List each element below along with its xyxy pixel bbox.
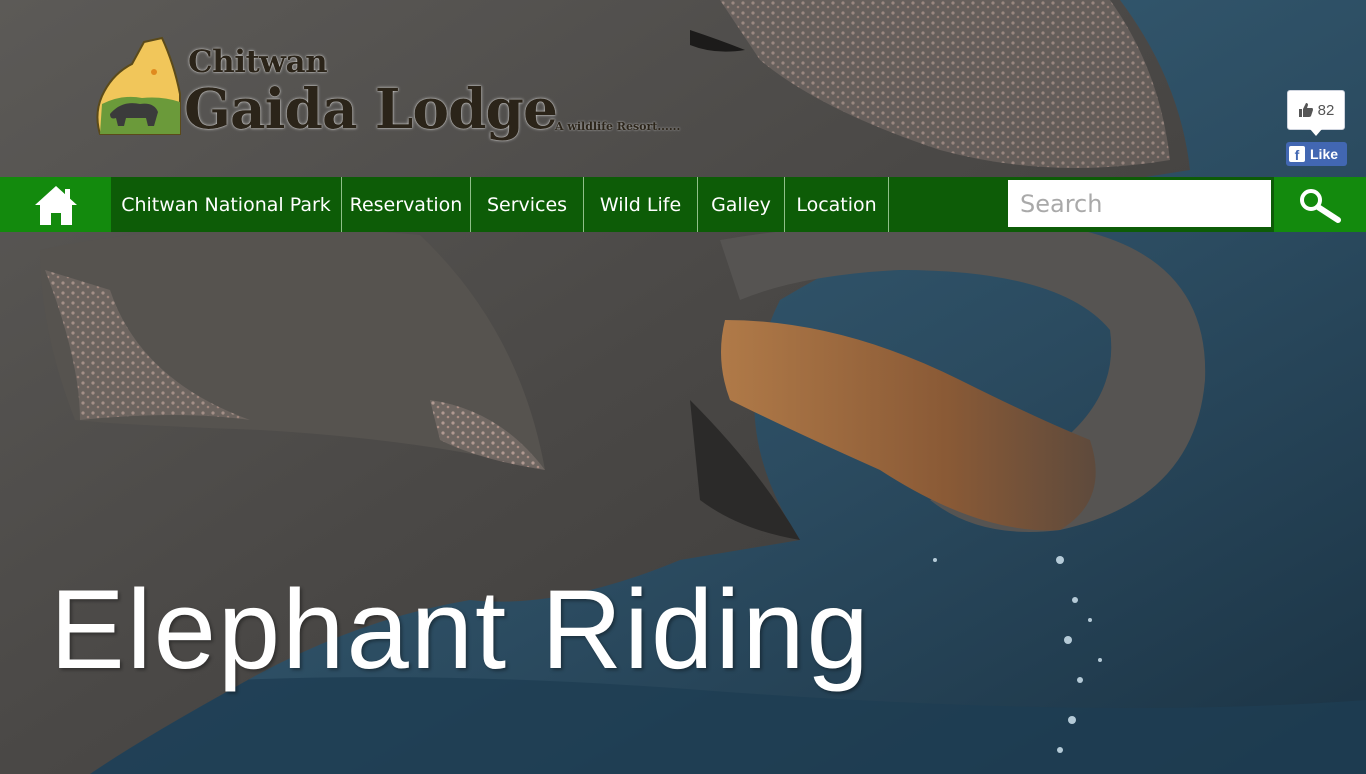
search-input[interactable] bbox=[1008, 180, 1271, 227]
facebook-icon: f bbox=[1289, 146, 1305, 162]
hero-title: Elephant Riding bbox=[50, 567, 871, 692]
home-button[interactable] bbox=[0, 177, 111, 232]
search-button[interactable] bbox=[1274, 177, 1366, 232]
facebook-like-button[interactable]: f Like bbox=[1286, 142, 1347, 166]
rhino-emblem-icon bbox=[96, 36, 181, 135]
facebook-like-label: Like bbox=[1310, 146, 1339, 162]
nav-menu: Chitwan National Park Reservation Servic… bbox=[111, 177, 889, 232]
main-navigation: Chitwan National Park Reservation Servic… bbox=[0, 177, 1366, 232]
brand-name-line1: Chitwan bbox=[188, 44, 328, 80]
nav-item-galley[interactable]: Galley bbox=[698, 177, 785, 232]
facebook-like-count: 82 bbox=[1287, 90, 1345, 136]
thumbs-up-icon bbox=[1298, 103, 1313, 117]
nav-item-wild-life[interactable]: Wild Life bbox=[584, 177, 698, 232]
nav-item-services[interactable]: Services bbox=[471, 177, 584, 232]
home-icon bbox=[34, 185, 77, 225]
nav-item-chitwan-national-park[interactable]: Chitwan National Park bbox=[111, 177, 342, 232]
nav-item-location[interactable]: Location bbox=[785, 177, 889, 232]
magnifier-icon bbox=[1300, 188, 1341, 223]
brand-tagline: A wildlife Resort...... bbox=[555, 120, 681, 133]
brand-name-line2: Gaida Lodge bbox=[184, 76, 558, 141]
like-count-value: 82 bbox=[1317, 101, 1335, 119]
site-logo[interactable]: Chitwan Gaida Lodge A wildlife Resort...… bbox=[92, 34, 692, 144]
nav-item-reservation[interactable]: Reservation bbox=[342, 177, 471, 232]
